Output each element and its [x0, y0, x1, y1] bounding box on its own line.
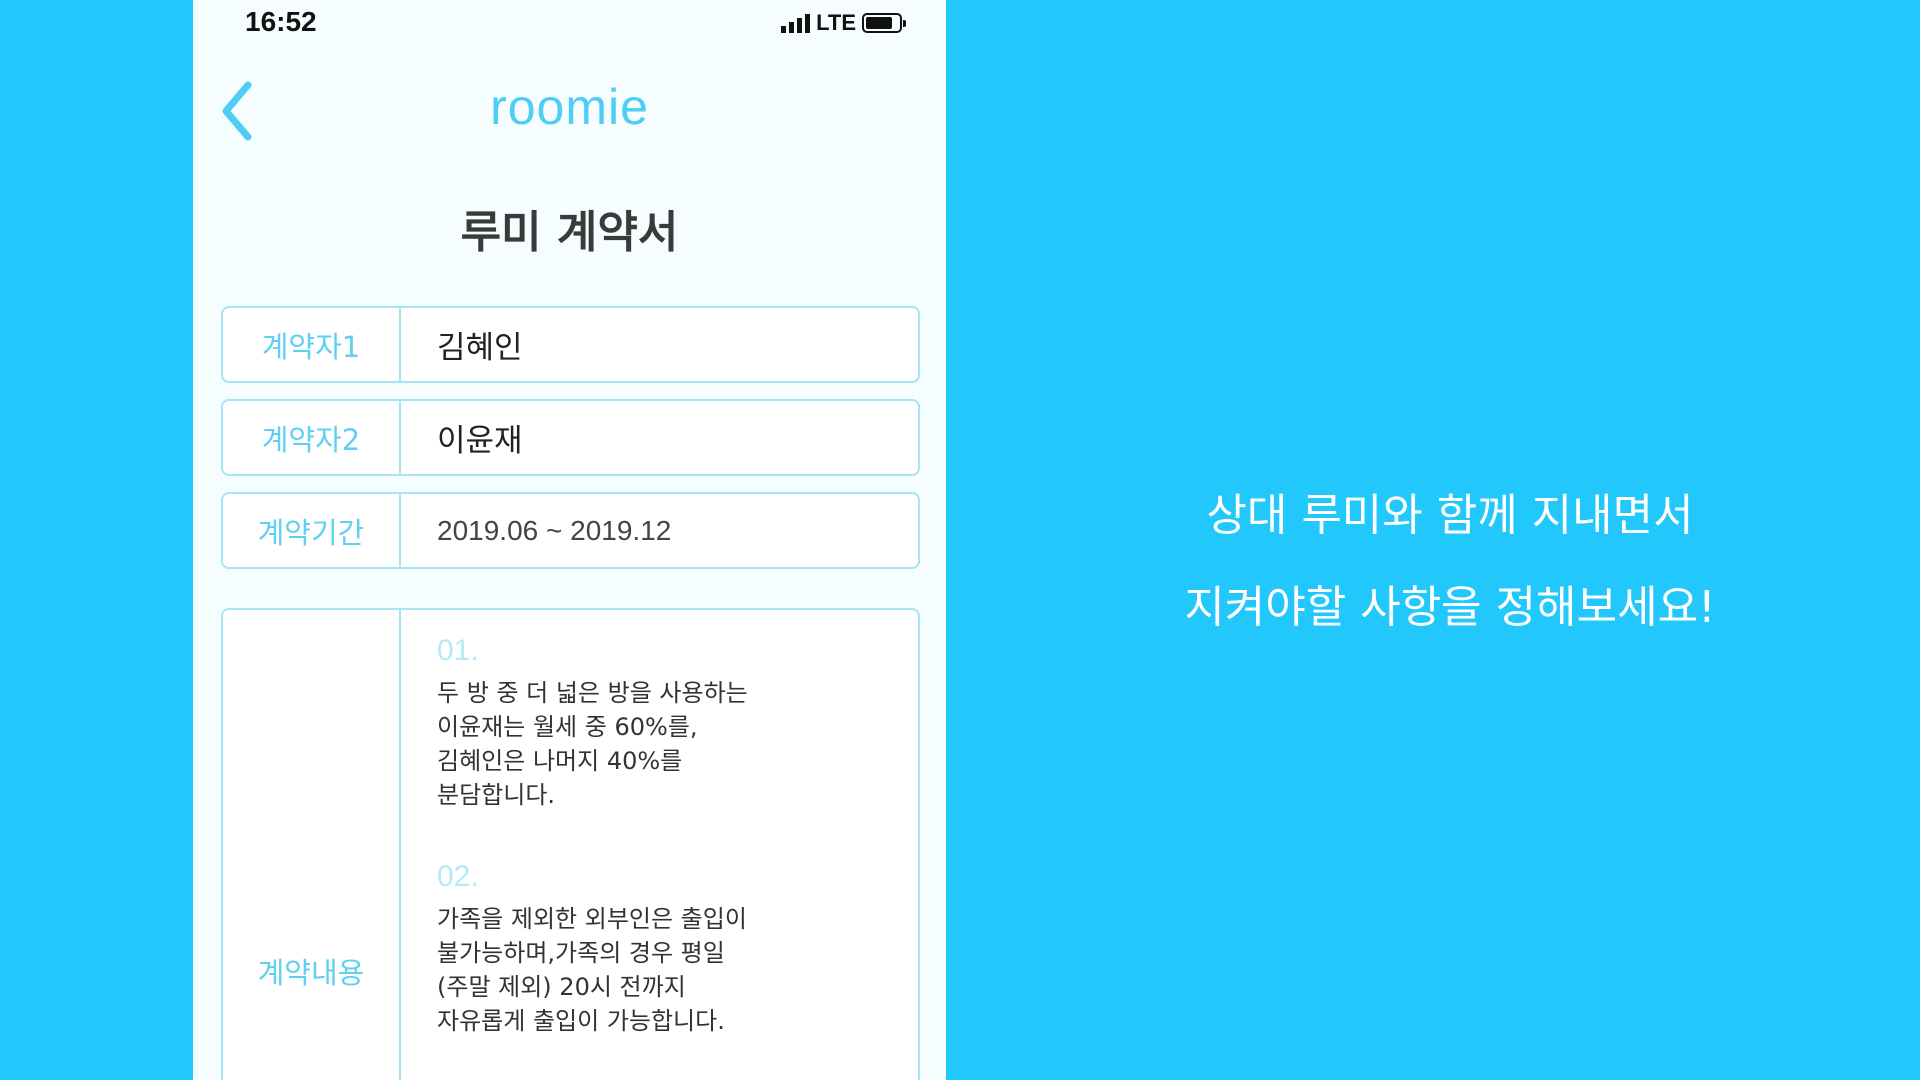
contractor2-row: 계약자2 이윤재	[221, 399, 920, 476]
status-indicators: LTE	[781, 10, 906, 36]
contractor2-label: 계약자2	[223, 401, 401, 474]
contract-content-row: 계약내용 01. 두 방 중 더 넓은 방을 사용하는 이윤재는 월세 중 60…	[221, 608, 920, 1080]
phone-screen: 16:52 LTE roomie 루미 계약서 계약자1 김혜인 계약자2 이윤…	[193, 0, 946, 1080]
clause-text: 두 방 중 더 넓은 방을 사용하는 이윤재는 월세 중 60%를, 김혜인은 …	[437, 679, 748, 809]
clause-number: 02.	[437, 860, 479, 893]
clause-list: 01. 두 방 중 더 넓은 방을 사용하는 이윤재는 월세 중 60%를, 김…	[401, 610, 918, 1080]
battery-icon	[862, 13, 906, 33]
contractor1-value[interactable]: 김혜인	[401, 308, 918, 381]
clause-item[interactable]: 02. 가족을 제외한 외부인은 출입이 불가능하며,가족의 경우 평일 (주말…	[437, 860, 918, 1038]
status-time: 16:52	[245, 6, 317, 37]
network-label: LTE	[816, 10, 856, 35]
clause-number: 01.	[437, 634, 479, 667]
contractor2-value[interactable]: 이윤재	[401, 401, 918, 474]
contractor1-row: 계약자1 김혜인	[221, 306, 920, 383]
content-label: 계약내용	[223, 610, 401, 1080]
promo-caption: 상대 루미와 함께 지내면서 지켜야할 사항을 정해보세요!	[1010, 470, 1890, 654]
clause-text: 가족을 제외한 외부인은 출입이 불가능하며,가족의 경우 평일 (주말 제외)…	[437, 905, 747, 1035]
signal-icon	[781, 13, 811, 33]
period-value[interactable]: 2019.06 ~ 2019.12	[401, 494, 918, 567]
period-label: 계약기간	[223, 494, 401, 567]
caption-line-2: 지켜야할 사항을 정해보세요!	[1184, 582, 1716, 633]
contractor1-label: 계약자1	[223, 308, 401, 381]
period-row: 계약기간 2019.06 ~ 2019.12	[221, 492, 920, 569]
app-title: roomie	[490, 79, 649, 135]
contract-title: 루미 계약서	[460, 207, 679, 258]
content-label-text: 계약내용	[257, 956, 365, 990]
caption-line-1: 상대 루미와 함께 지내면서	[1206, 490, 1694, 541]
status-bar: 16:52 LTE	[193, 0, 946, 44]
clause-item[interactable]: 01. 두 방 중 더 넓은 방을 사용하는 이윤재는 월세 중 60%를, 김…	[437, 634, 918, 812]
